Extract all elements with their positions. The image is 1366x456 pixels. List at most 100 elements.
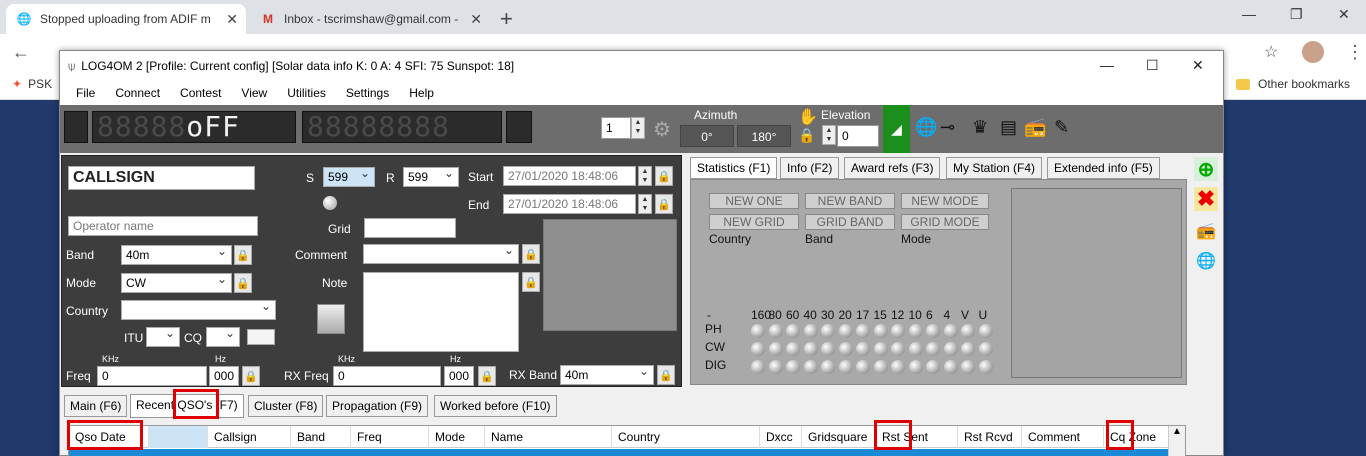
minimize-icon[interactable]: — — [1100, 57, 1114, 73]
stop-icon[interactable]: ✋ — [798, 107, 818, 127]
menu-view[interactable]: View — [241, 86, 267, 100]
lock-icon[interactable]: 🔒 — [522, 272, 540, 292]
tab-my-station[interactable]: My Station (F4) — [946, 157, 1043, 179]
grid-band-button[interactable]: GRID BAND — [805, 214, 895, 230]
elevation-input[interactable]: 0 — [837, 125, 879, 147]
grid-input[interactable] — [364, 218, 456, 238]
close-window-icon[interactable]: ✕ — [1192, 57, 1204, 74]
start-datetime-input[interactable]: 27/01/2020 18:48:06 — [503, 166, 636, 186]
band-select[interactable]: 40m — [121, 245, 232, 265]
col-dxcc[interactable]: Dxcc — [760, 426, 802, 448]
browser-tab-active[interactable]: 🌐 Stopped uploading from ADIF m ✕ — [6, 4, 246, 34]
spin-arrows[interactable]: ▲ ▼ — [638, 194, 652, 214]
signal-icon[interactable]: ◢ — [883, 105, 910, 153]
col-name[interactable]: Name — [485, 426, 612, 448]
menu-connect[interactable]: Connect — [115, 86, 160, 100]
col-selected[interactable] — [149, 426, 208, 448]
menu-settings[interactable]: Settings — [346, 86, 389, 100]
new-grid-button[interactable]: NEW GRID — [709, 214, 799, 230]
tab-main[interactable]: Main (F6) — [64, 395, 128, 417]
col-mode[interactable]: Mode — [429, 426, 485, 448]
close-icon[interactable]: ✕ — [226, 11, 238, 28]
server-icon[interactable]: ▤ — [1000, 117, 1017, 138]
lock-icon[interactable]: 🔒 — [655, 166, 673, 186]
spin-arrows[interactable]: ▲ ▼ — [631, 117, 645, 139]
close-icon[interactable]: ✕ — [470, 11, 482, 28]
spin-arrows[interactable]: ▲ ▼ — [638, 166, 652, 186]
menu-utilities[interactable]: Utilities — [287, 86, 326, 100]
tab-info[interactable]: Info (F2) — [780, 157, 840, 179]
lock-icon[interactable]: 🔒 — [657, 365, 675, 385]
col-band[interactable]: Band — [291, 426, 351, 448]
avatar[interactable] — [1302, 41, 1324, 63]
bookmark-other[interactable]: Other bookmarks — [1236, 77, 1350, 91]
grid-mode-button[interactable]: GRID MODE — [901, 214, 989, 230]
new-tab-icon[interactable]: + — [500, 6, 513, 32]
operator-name-input[interactable]: Operator name — [68, 216, 258, 236]
notepad-icon[interactable] — [317, 304, 345, 334]
end-datetime-input[interactable]: 27/01/2020 18:48:06 — [503, 194, 636, 214]
delete-icon[interactable]: ✖ — [1194, 186, 1218, 211]
mode-select[interactable]: CW — [121, 273, 232, 293]
radio-icon[interactable]: 📻 — [1024, 117, 1046, 138]
close-window-icon[interactable]: ✕ — [1338, 6, 1350, 23]
gear-icon[interactable]: ⚙ — [653, 117, 671, 142]
tab-cluster[interactable]: Cluster (F8) — [248, 395, 324, 417]
menu-contest[interactable]: Contest — [180, 86, 221, 100]
rst-rcvd-select[interactable]: 599 — [403, 167, 459, 187]
tab-extended-info[interactable]: Extended info (F5) — [1047, 157, 1160, 179]
rx-freq-khz-input[interactable]: 0 — [333, 366, 441, 386]
azimuth-button-180[interactable]: 180° — [737, 125, 791, 147]
globe-icon[interactable]: 🌐 — [1194, 249, 1218, 273]
table-row[interactable] — [69, 449, 1185, 456]
star-icon[interactable]: ☆ — [1264, 42, 1278, 62]
rx-band-select[interactable]: 40m — [560, 365, 654, 385]
add-icon[interactable]: ⊕ — [1194, 157, 1218, 181]
rst-sent-select[interactable]: 599 — [323, 167, 375, 187]
new-band-button[interactable]: NEW BAND — [805, 193, 895, 209]
radio-icon[interactable]: 📻 — [1194, 219, 1218, 243]
col-country[interactable]: Country — [612, 426, 760, 448]
col-rst-sent[interactable]: Rst Sent — [876, 426, 958, 448]
profile-number-input[interactable]: 1 — [601, 117, 631, 139]
vertical-scrollbar[interactable]: ▲ — [1168, 426, 1185, 456]
cq-select[interactable] — [206, 327, 240, 347]
lock-icon[interactable]: 🔒 — [234, 245, 252, 265]
back-icon[interactable]: ← — [12, 42, 30, 63]
comment-select[interactable] — [363, 244, 519, 264]
menu-file[interactable]: File — [76, 86, 95, 100]
col-rst-rcvd[interactable]: Rst Rcvd — [958, 426, 1022, 448]
tab-propagation[interactable]: Propagation (F9) — [326, 395, 429, 417]
tab-worked-before[interactable]: Worked before (F10) — [434, 395, 557, 417]
browser-tab-gmail[interactable]: M Inbox - tscrimshaw@gmail.com - ✕ — [250, 4, 490, 34]
menu-help[interactable]: Help — [409, 86, 434, 100]
azimuth-button-0[interactable]: 0° — [680, 125, 734, 147]
new-one-button[interactable]: NEW ONE — [709, 193, 799, 209]
maximize-icon[interactable]: ☐ — [1146, 57, 1159, 74]
country-select[interactable] — [121, 300, 276, 320]
tab-statistics[interactable]: Statistics (F1) — [690, 157, 778, 179]
tab-award-refs[interactable]: Award refs (F3) — [844, 157, 941, 179]
col-callsign[interactable]: Callsign — [208, 426, 291, 448]
itu-select[interactable] — [146, 327, 180, 347]
crown-icon[interactable]: ♛ — [972, 117, 988, 138]
freq-hz-input[interactable]: 000 — [209, 366, 239, 386]
restore-icon[interactable]: ❐ — [1290, 6, 1303, 23]
globe-icon[interactable]: 🌐 — [915, 117, 937, 138]
lock-icon[interactable]: 🔒 — [522, 244, 540, 264]
col-gridsquare[interactable]: Gridsquare — [802, 426, 876, 448]
pen-icon[interactable]: ✎ — [1054, 117, 1069, 138]
lock-icon[interactable]: 🔒 — [478, 366, 496, 386]
rig-icon[interactable]: ⊸ — [940, 117, 955, 138]
col-qso-date[interactable]: Qso Date — [69, 426, 149, 448]
col-cq-zone[interactable]: Cq Zone — [1104, 426, 1170, 448]
col-freq[interactable]: Freq — [351, 426, 429, 448]
minimize-icon[interactable]: — — [1242, 6, 1256, 22]
freq-khz-input[interactable]: 0 — [97, 366, 207, 386]
new-mode-button[interactable]: NEW MODE — [901, 193, 989, 209]
lock-icon[interactable]: 🔒 — [655, 194, 673, 214]
tab-recent-qsos[interactable]: Recent QSO's (F7) — [130, 394, 244, 418]
rx-freq-hz-input[interactable]: 000 — [444, 366, 474, 386]
col-comment[interactable]: Comment — [1022, 426, 1104, 448]
spin-arrows[interactable]: ▲ ▼ — [822, 125, 836, 145]
